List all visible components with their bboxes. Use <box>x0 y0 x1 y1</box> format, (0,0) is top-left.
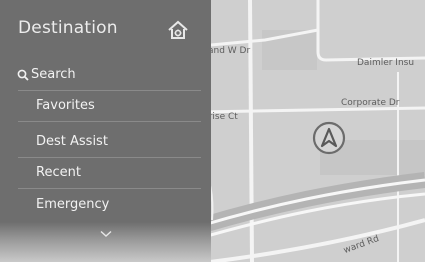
chevron-down-icon <box>100 230 112 237</box>
divider <box>18 121 201 122</box>
home-button[interactable] <box>166 18 190 42</box>
menu-item-dest-assist[interactable]: Dest Assist <box>0 127 211 158</box>
divider <box>18 188 201 189</box>
home-settings-icon <box>168 20 188 39</box>
menu-item-search[interactable]: Search <box>0 60 211 91</box>
street-label: and W Dr <box>208 46 251 56</box>
menu-item-emergency[interactable]: Emergency <box>0 190 211 221</box>
menu-item-label: Emergency <box>36 197 110 212</box>
vehicle-position-icon <box>312 121 346 155</box>
panel-header: Destination <box>0 0 211 58</box>
menu-item-label: Search <box>31 67 76 82</box>
street-label: Daimler Insu <box>357 58 415 68</box>
menu-item-label: Dest Assist <box>36 134 108 149</box>
search-icon <box>17 69 29 81</box>
navigation-screen: and W Dr Daimler Insu Corporate Dr prise… <box>0 0 425 262</box>
street-label: Corporate Dr <box>341 98 400 108</box>
destination-panel: Destination Search Favorites Dest Assist… <box>0 0 211 262</box>
panel-title: Destination <box>18 18 118 38</box>
more-button[interactable] <box>0 222 211 262</box>
menu-item-recent[interactable]: Recent <box>0 158 211 189</box>
menu-item-label: Recent <box>36 165 81 180</box>
menu-item-label: Favorites <box>36 98 95 113</box>
menu-item-favorites[interactable]: Favorites <box>0 91 211 122</box>
